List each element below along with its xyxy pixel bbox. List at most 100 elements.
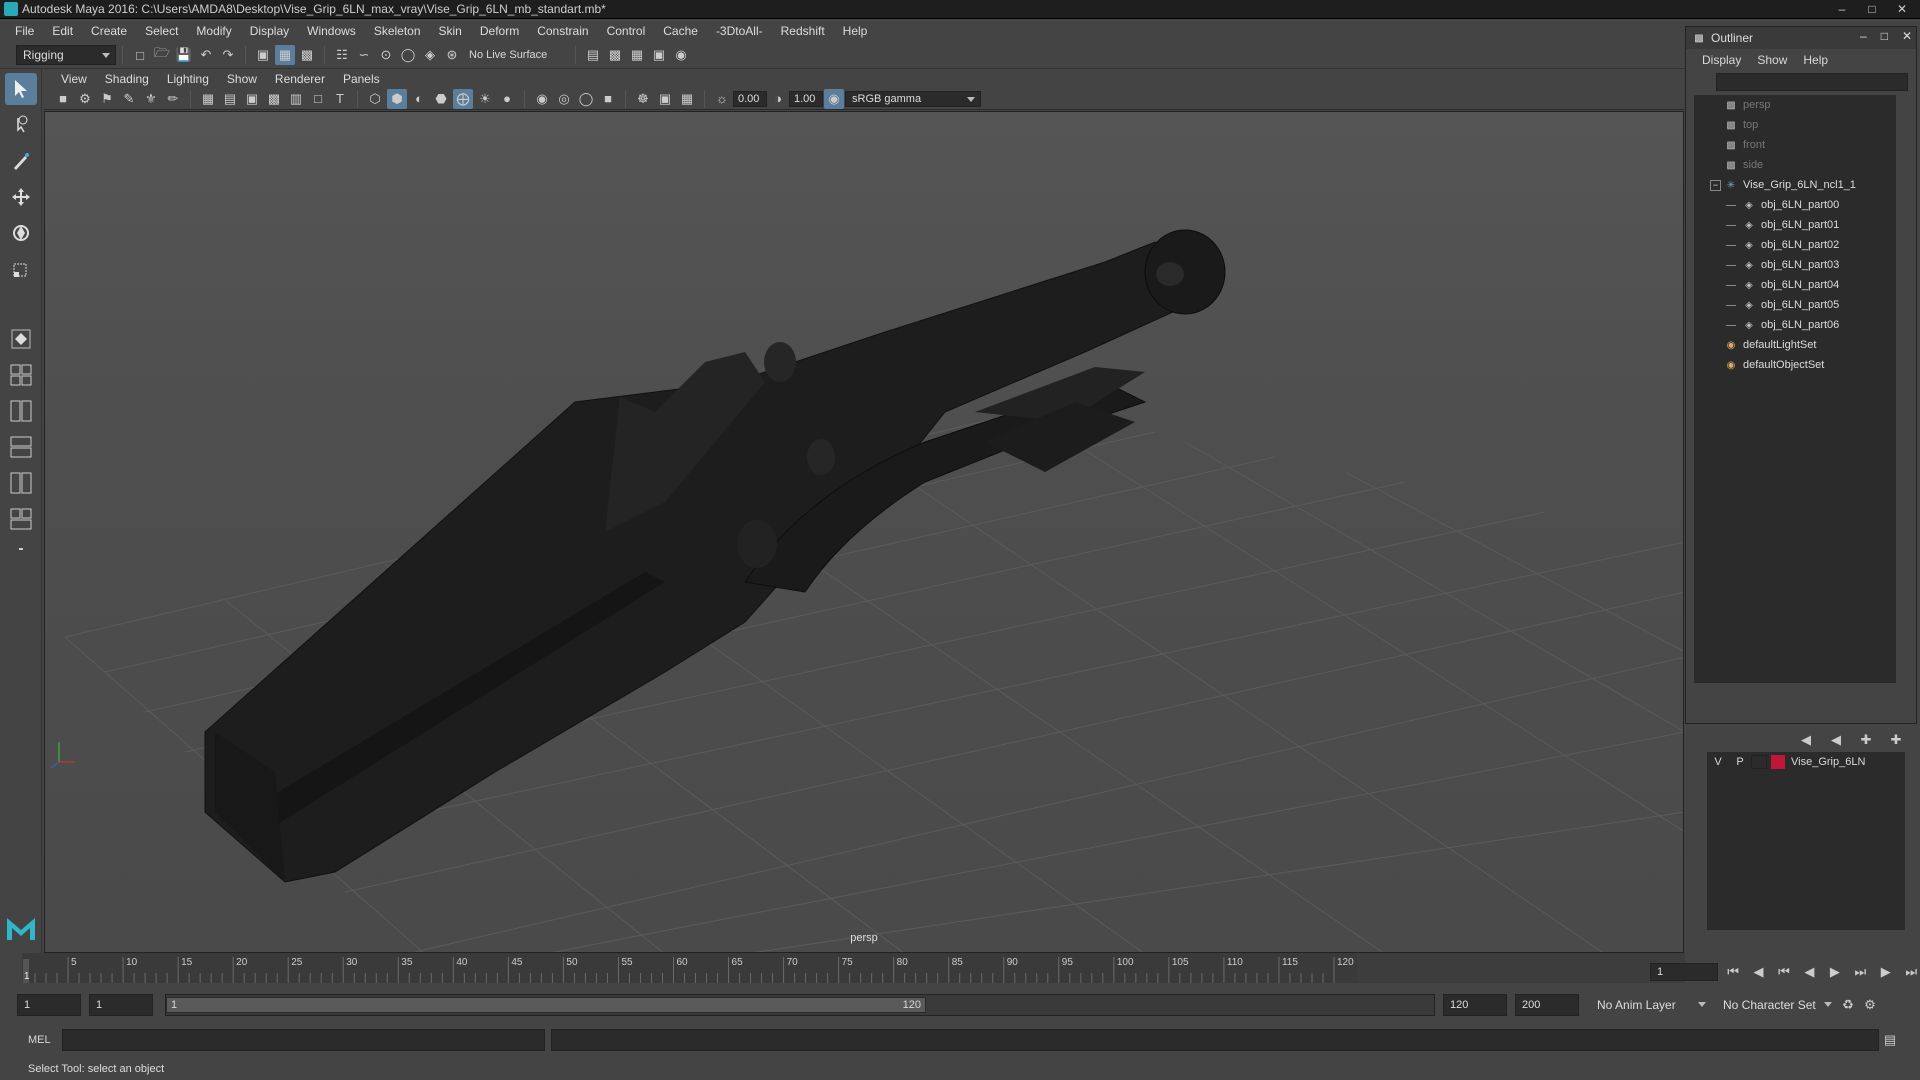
menu-control[interactable]: Control — [598, 24, 655, 38]
color-management-icon[interactable]: ◉ — [824, 88, 844, 109]
step-back-frame-icon[interactable]: ◀ — [1749, 962, 1768, 982]
outliner-menu-display[interactable]: Display — [1694, 53, 1749, 67]
shadows-icon[interactable]: ☀ — [475, 89, 495, 109]
safe-title-icon[interactable]: T — [330, 89, 350, 109]
grease-pencil-icon[interactable]: ✏ — [163, 89, 183, 109]
camera-select-icon[interactable]: ■ — [53, 89, 73, 109]
snap-view-icon[interactable]: ◯ — [398, 45, 418, 65]
panel-menu-lighting[interactable]: Lighting — [158, 72, 218, 86]
exposure-field[interactable]: 0.00 — [733, 90, 767, 107]
frame-all-icon[interactable]: ▦ — [677, 89, 697, 109]
anti-alias-icon[interactable]: ◎ — [554, 89, 574, 109]
outliner-item[interactable]: ◉ defaultLightSet — [1694, 335, 1896, 355]
outliner-item[interactable]: ◈ obj_6LN_part06 — [1694, 315, 1896, 335]
layer-move-up-icon[interactable]: ◀ — [1796, 730, 1816, 750]
panel-menu-show[interactable]: Show — [218, 72, 266, 86]
last-tool-icon[interactable] — [5, 323, 37, 355]
gamma-field[interactable]: 1.00 — [789, 90, 823, 107]
redo-icon[interactable]: ↷ — [218, 45, 238, 65]
new-layer-icon[interactable]: ✚ — [1856, 730, 1876, 750]
range-slider[interactable]: 1 120 — [165, 994, 1435, 1016]
ipr-render-icon[interactable]: ▦ — [627, 45, 647, 65]
menu-select[interactable]: Select — [136, 24, 187, 38]
menu-skeleton[interactable]: Skeleton — [365, 24, 430, 38]
outliner-item[interactable]: ◉ defaultObjectSet — [1694, 355, 1896, 375]
ambient-occlusion-icon[interactable]: ● — [497, 89, 517, 109]
menu-cache[interactable]: Cache — [654, 24, 707, 38]
layout-hypershade-icon[interactable] — [5, 503, 37, 535]
menu-set-dropdown[interactable]: Rigging — [16, 45, 116, 65]
layer-playback-toggle[interactable]: P — [1729, 756, 1751, 768]
menu-modify[interactable]: Modify — [187, 24, 240, 38]
resolution-gate-icon[interactable]: ▣ — [242, 89, 262, 109]
playback-start-field[interactable]: 1 — [89, 994, 153, 1016]
image-plane-icon[interactable]: ✎ — [119, 89, 139, 109]
menu-redshift[interactable]: Redshift — [772, 24, 834, 38]
menu-edit[interactable]: Edit — [43, 24, 82, 38]
move-tool-icon[interactable] — [5, 181, 37, 213]
film-gate-icon[interactable]: ▤ — [220, 89, 240, 109]
outliner-item[interactable]: ▩ side — [1694, 155, 1896, 175]
outliner-item[interactable]: ◈ obj_6LN_part01 — [1694, 215, 1896, 235]
menu-deform[interactable]: Deform — [471, 24, 528, 38]
outliner-item[interactable]: ◈ obj_6LN_part04 — [1694, 275, 1896, 295]
outliner-minimize-button[interactable]: – — [1860, 29, 1867, 43]
layout-graph-view-icon[interactable] — [5, 467, 37, 499]
outliner-item[interactable]: ▩ top — [1694, 115, 1896, 135]
menu-skin[interactable]: Skin — [430, 24, 471, 38]
step-forward-frame-icon[interactable]: ▶ — [1876, 962, 1895, 982]
layout-two-view-icon[interactable] — [5, 395, 37, 427]
play-forwards-icon[interactable]: ▶ — [1825, 962, 1844, 982]
textured-icon[interactable]: ⬣ — [431, 89, 451, 109]
motion-blur-icon[interactable]: ◉ — [532, 89, 552, 109]
render-frame-icon[interactable]: ▩ — [605, 45, 625, 65]
panel-menu-panels[interactable]: Panels — [334, 72, 389, 86]
open-scene-icon[interactable]: 🗁 — [152, 45, 172, 65]
go-to-end-icon[interactable]: ⏭ — [1902, 962, 1920, 982]
save-scene-icon[interactable]: 💾 — [174, 45, 194, 65]
layer-color-swatch[interactable] — [1771, 755, 1785, 769]
two-d-pan-icon[interactable]: ⚜ — [141, 89, 161, 109]
outliner-item[interactable]: ◈ obj_6LN_part02 — [1694, 235, 1896, 255]
live-surface-label[interactable]: No Live Surface — [469, 49, 569, 61]
bookmark-icon[interactable]: ⚑ — [97, 89, 117, 109]
step-back-key-icon[interactable]: ⏮ — [1774, 962, 1793, 982]
perspective-viewport[interactable]: persp — [44, 111, 1684, 953]
step-forward-key-icon[interactable]: ⏭ — [1851, 962, 1870, 982]
xray-active-icon[interactable]: ▣ — [655, 89, 675, 109]
outliner-close-button[interactable]: ✕ — [1902, 29, 1912, 43]
camera-lock-icon[interactable]: ⚙ — [75, 89, 95, 109]
time-slider[interactable]: 5 10 15 20 25 30 35 40 45 50 55 60 65 70 75 80 85 90 95 100… — [22, 953, 1685, 983]
snap-project-icon[interactable]: ⊛ — [442, 45, 462, 65]
panel-menu-view[interactable]: View — [52, 72, 96, 86]
wireframe-icon[interactable]: ⬡ — [365, 89, 385, 109]
snap-curve-icon[interactable]: ∽ — [354, 45, 374, 65]
menu-3dtoall[interactable]: -3DtoAll- — [707, 24, 772, 38]
depth-of-field-icon[interactable]: ◯ — [576, 89, 596, 109]
outliner-item[interactable]: ◈ obj_6LN_part03 — [1694, 255, 1896, 275]
render-settings-icon[interactable]: ▤ — [583, 45, 603, 65]
script-language-label[interactable]: MEL — [0, 1034, 62, 1046]
outliner-menu-help[interactable]: Help — [1795, 53, 1836, 67]
layer-move-down-icon[interactable]: ◀ — [1826, 730, 1846, 750]
play-backwards-icon[interactable]: ◀ — [1800, 962, 1819, 982]
menu-constrain[interactable]: Constrain — [528, 24, 597, 38]
panel-menu-shading[interactable]: Shading — [96, 72, 158, 86]
range-slider-handle[interactable]: 1 120 — [166, 997, 926, 1013]
rotate-tool-icon[interactable] — [5, 217, 37, 249]
anim-layer-dropdown[interactable]: No Anim Layer — [1591, 995, 1711, 1015]
lasso-tool-icon[interactable] — [5, 109, 37, 141]
outliner-item[interactable]: − ✳ Vise_Grip_6LN_ncl1_1 — [1694, 175, 1896, 195]
snap-grid-icon[interactable]: ☷ — [332, 45, 352, 65]
menu-create[interactable]: Create — [82, 24, 136, 38]
layout-four-view-icon[interactable] — [5, 359, 37, 391]
layer-visibility-toggle[interactable]: V — [1707, 756, 1729, 768]
xray-joints-icon[interactable]: ☸ — [633, 89, 653, 109]
outliner-item[interactable]: ▩ front — [1694, 135, 1896, 155]
new-layer-selected-icon[interactable]: ✚ — [1886, 730, 1906, 750]
isolate-select-icon[interactable]: ■ — [598, 89, 618, 109]
select-tool-icon[interactable] — [5, 73, 37, 105]
default-lighting-icon[interactable]: ◐ — [409, 89, 429, 109]
menu-windows[interactable]: Windows — [298, 24, 365, 38]
minimize-button[interactable]: – — [1828, 1, 1856, 17]
